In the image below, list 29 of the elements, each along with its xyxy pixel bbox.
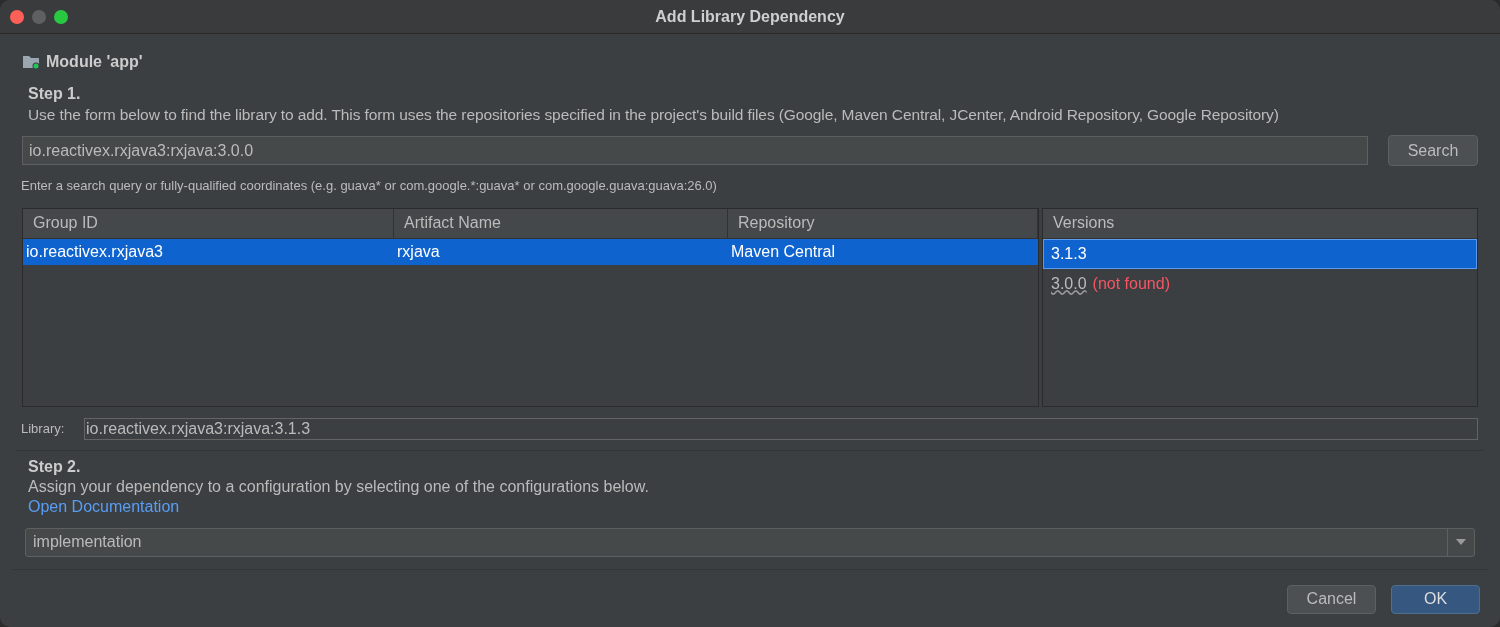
close-icon[interactable] [10, 9, 24, 24]
table-row[interactable]: io.reactivex.rxjava3 rxjava Maven Central [23, 238, 1038, 265]
column-header[interactable]: Artifact Name [394, 208, 728, 238]
column-header[interactable]: Group ID [23, 208, 394, 238]
step-title: Step 2. [28, 456, 82, 477]
step-description: Assign your dependency to a configuration by selecting one of the configurations below. [28, 476, 650, 497]
version-item[interactable]: 3.0.0 (not found) [1043, 268, 1477, 299]
ok-button[interactable]: OK [1391, 584, 1480, 614]
column-header[interactable]: Repository [728, 208, 1038, 238]
step-description: Use the form below to find the library to add. This form uses the repositories specified in the project's build files (Google, Maven Central, JCenter, Android Repository, Google Repository) [28, 105, 1280, 125]
table-cell-text: rxjava [396, 241, 441, 262]
table-cell-text: Maven Central [730, 241, 837, 262]
search-button[interactable]: Search [1388, 135, 1478, 166]
module-folder-icon [22, 54, 40, 70]
module-label: Module 'app' [46, 52, 143, 72]
search-field[interactable]: io.reactivex.rxjava3:rxjava:3.0.0 [22, 136, 1368, 165]
documentation-link[interactable]: Open Documentation [28, 496, 180, 517]
dropdown-arrow-icon [1456, 539, 1466, 545]
step-title: Step 1. [28, 84, 82, 104]
library-field[interactable]: io.reactivex.rxjava3:rxjava:3.1.3 [84, 417, 1478, 440]
version-item[interactable]: 3.1.3 [1043, 238, 1477, 269]
library-label: Library: [21, 419, 66, 438]
maximize-icon[interactable] [54, 9, 68, 24]
configuration-dropdown[interactable]: implementation [25, 527, 1475, 557]
window-title: Add Library Dependency [655, 6, 845, 27]
table-cell-text: io.reactivex.rxjava3 [25, 241, 164, 262]
versions-header: Versions [1043, 208, 1477, 239]
cancel-button[interactable]: Cancel [1287, 584, 1376, 614]
search-hint: Enter a search query or fully-qualified coordinates (e.g. guava* or com.google.*:guava* or com.google.guava:guava:26.0) [21, 177, 718, 195]
